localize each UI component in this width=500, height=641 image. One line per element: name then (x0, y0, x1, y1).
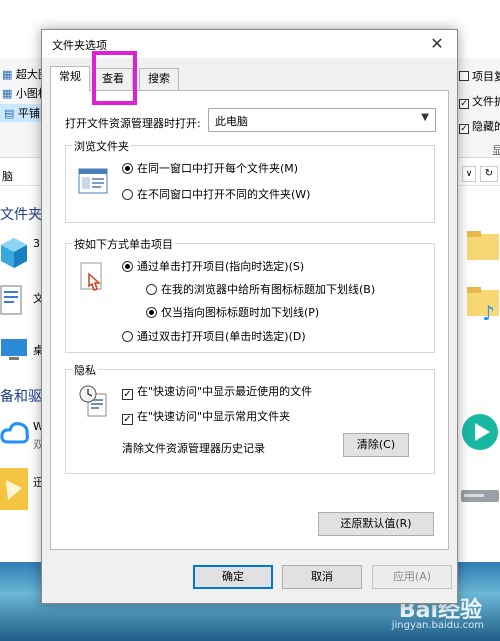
option-item-checkbox-2[interactable]: ✓ 文件扩 (459, 93, 500, 109)
view-item-label: 平铺 (17, 107, 40, 120)
folder-icon[interactable] (466, 228, 500, 265)
underline-on-point-option[interactable]: 仅当指向图标标题时加下划线(P) (146, 304, 319, 320)
open-explorer-label: 打开文件资源管理器时打开: (65, 117, 201, 130)
cube-3d-icon[interactable] (0, 236, 28, 273)
devices-section-title: 备和驱 (0, 389, 42, 405)
option-label: 隐藏的 (472, 120, 500, 133)
radio-selected-icon (146, 307, 157, 318)
underline-all-option[interactable]: 在我的浏览器中给所有图标标题加下划线(B) (146, 281, 375, 297)
option-label: 通过双击打开项目(单击时选定)(D) (137, 330, 306, 343)
ribbon-section-label: 显 (492, 144, 500, 157)
restore-defaults-button[interactable]: 还原默认值(R) (318, 512, 434, 536)
ok-button[interactable]: 确定 (193, 565, 273, 589)
option-label: 在"快速访问"中显示最近使用的文件 (137, 385, 313, 398)
option-label: 在不同窗口中打开不同的文件夹(W) (137, 188, 311, 201)
desktop-icon[interactable] (0, 338, 28, 365)
browse-new-window-option[interactable]: 在不同窗口中打开不同的文件夹(W) (122, 186, 310, 202)
privacy-group: 隐私 ✓ 在"快速访问"中显示最近使用的文件 ✓ 在"快速访问"中显示常用文件夹 清… (65, 362, 435, 474)
option-item-checkbox-3[interactable]: ✓ 隐藏的 (459, 118, 500, 134)
tab-general[interactable]: 常规 (50, 66, 90, 91)
option-label: 在同一窗口中打开每个文件夹(M) (137, 162, 299, 175)
radio-selected-icon (122, 261, 133, 272)
checkbox-icon (459, 71, 469, 81)
svg-text:♪: ♪ (482, 301, 495, 324)
tab-view-highlight-annotation (92, 51, 137, 105)
option-label: 通过单击打开项目(指向时选定)(S) (137, 260, 305, 273)
baidu-watermark-url: jingyan.baidu.com (391, 620, 484, 631)
open-explorer-select[interactable]: 此电脑 ▼ (208, 108, 436, 132)
clear-history-label: 清除文件资源管理器历史记录 (122, 442, 265, 455)
option-item-checkbox-1[interactable]: 项目复 (459, 68, 500, 84)
browse-folders-title: 浏览文件夹 (72, 138, 131, 154)
double-click-option[interactable]: 通过双击打开项目(单击时选定)(D) (122, 328, 306, 344)
option-label: 项目复 (472, 70, 500, 83)
chevron-down-icon[interactable]: ∨ (462, 166, 476, 182)
checkbox-icon: ✓ (459, 124, 469, 134)
tab-search[interactable]: 搜索 (139, 68, 179, 90)
browse-same-window-option[interactable]: 在同一窗口中打开每个文件夹(M) (122, 160, 298, 176)
folder-options-dialog: 文件夹选项 ✕ 常规 查看 搜索 打开文件资源管理器时打开: 此电脑 ▼ 浏览文… (41, 29, 458, 604)
click-items-group: 按如下方式单击项目 通过单击打开项目(指向时选定)(S) 在我的浏览器中给所有图… (65, 236, 435, 353)
click-items-title: 按如下方式单击项目 (72, 236, 175, 252)
radio-icon (122, 331, 133, 342)
music-folder-icon[interactable]: ♪ (466, 284, 500, 327)
single-click-option[interactable]: 通过单击打开项目(指向时选定)(S) (122, 258, 304, 274)
option-label: 在"快速访问"中显示常用文件夹 (137, 410, 291, 423)
show-recent-files-checkbox[interactable]: ✓ 在"快速访问"中显示最近使用的文件 (122, 383, 312, 400)
radio-icon (146, 284, 157, 295)
general-tab-panel: 打开文件资源管理器时打开: 此电脑 ▼ 浏览文件夹 在同一窗口中打开每个文件夹(… (50, 90, 449, 550)
document-icon[interactable] (0, 285, 22, 318)
pointer-hand-icon (80, 262, 106, 297)
folder-window-icon (78, 168, 108, 197)
radio-selected-icon (122, 163, 133, 174)
show-frequent-folders-checkbox[interactable]: ✓ 在"快速访问"中显示常用文件夹 (122, 408, 290, 425)
checkbox-checked-icon: ✓ (122, 389, 133, 400)
privacy-title: 隐私 (72, 362, 98, 378)
drive-icon[interactable] (460, 486, 500, 509)
clear-history-button[interactable]: 清除(C) (343, 433, 409, 457)
address-text: 脑 (2, 170, 13, 183)
refresh-icon[interactable]: ↻ (480, 166, 498, 182)
close-icon[interactable]: ✕ (417, 30, 457, 58)
clock-document-icon (78, 384, 110, 421)
browse-folders-group: 浏览文件夹 在同一窗口中打开每个文件夹(M) 在不同窗口中打开不同的文件夹(W) (65, 138, 435, 223)
checkbox-icon: ✓ (459, 99, 469, 109)
video-app-icon[interactable] (460, 412, 500, 455)
option-label: 仅当指向图标标题时加下划线(P) (161, 306, 320, 319)
checkbox-checked-icon: ✓ (122, 414, 133, 425)
cloud-icon[interactable] (0, 418, 30, 449)
view-item-tiles[interactable]: ▤ 平铺 (0, 104, 44, 122)
xunlei-bird-icon[interactable] (0, 468, 28, 513)
open-explorer-value: 此电脑 (215, 115, 248, 128)
apply-button[interactable]: 应用(A) (372, 565, 452, 589)
cancel-button[interactable]: 取消 (282, 565, 362, 589)
chevron-down-icon: ▼ (421, 112, 429, 123)
option-label: 在我的浏览器中给所有图标标题加下划线(B) (161, 283, 376, 296)
option-label: 文件扩 (472, 95, 500, 108)
radio-icon (122, 189, 133, 200)
